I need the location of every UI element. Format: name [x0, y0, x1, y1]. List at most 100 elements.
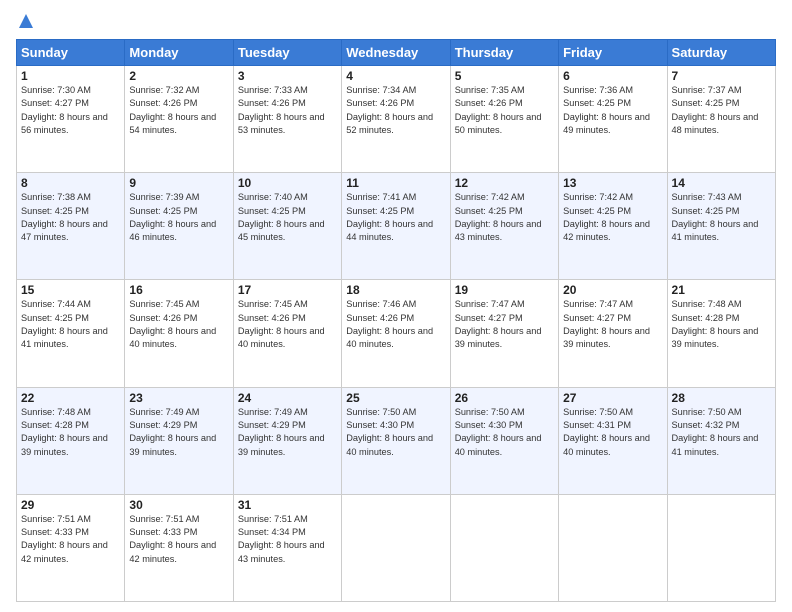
calendar-cell: 8Sunrise: 7:38 AMSunset: 4:25 PMDaylight… [17, 173, 125, 280]
day-number: 27 [563, 391, 662, 405]
day-number: 26 [455, 391, 554, 405]
calendar-cell: 12Sunrise: 7:42 AMSunset: 4:25 PMDayligh… [450, 173, 558, 280]
day-info: Sunrise: 7:51 AMSunset: 4:33 PMDaylight:… [21, 513, 120, 566]
calendar-cell: 1Sunrise: 7:30 AMSunset: 4:27 PMDaylight… [17, 66, 125, 173]
day-info: Sunrise: 7:48 AMSunset: 4:28 PMDaylight:… [21, 406, 120, 459]
calendar-cell: 17Sunrise: 7:45 AMSunset: 4:26 PMDayligh… [233, 280, 341, 387]
logo [16, 12, 33, 33]
calendar-cell: 11Sunrise: 7:41 AMSunset: 4:25 PMDayligh… [342, 173, 450, 280]
day-number: 23 [129, 391, 228, 405]
day-info: Sunrise: 7:34 AMSunset: 4:26 PMDaylight:… [346, 84, 445, 137]
day-number: 14 [672, 176, 771, 190]
day-number: 11 [346, 176, 445, 190]
calendar-cell: 14Sunrise: 7:43 AMSunset: 4:25 PMDayligh… [667, 173, 775, 280]
day-info: Sunrise: 7:30 AMSunset: 4:27 PMDaylight:… [21, 84, 120, 137]
day-info: Sunrise: 7:38 AMSunset: 4:25 PMDaylight:… [21, 191, 120, 244]
calendar-header-tuesday: Tuesday [233, 40, 341, 66]
calendar-cell: 5Sunrise: 7:35 AMSunset: 4:26 PMDaylight… [450, 66, 558, 173]
day-number: 18 [346, 283, 445, 297]
day-info: Sunrise: 7:46 AMSunset: 4:26 PMDaylight:… [346, 298, 445, 351]
calendar-cell: 20Sunrise: 7:47 AMSunset: 4:27 PMDayligh… [559, 280, 667, 387]
calendar-row-week-1: 1Sunrise: 7:30 AMSunset: 4:27 PMDaylight… [17, 66, 776, 173]
calendar-cell: 25Sunrise: 7:50 AMSunset: 4:30 PMDayligh… [342, 387, 450, 494]
calendar-cell: 27Sunrise: 7:50 AMSunset: 4:31 PMDayligh… [559, 387, 667, 494]
calendar-cell: 13Sunrise: 7:42 AMSunset: 4:25 PMDayligh… [559, 173, 667, 280]
calendar-header-thursday: Thursday [450, 40, 558, 66]
header [16, 12, 776, 33]
page: SundayMondayTuesdayWednesdayThursdayFrid… [0, 0, 792, 612]
day-number: 5 [455, 69, 554, 83]
day-number: 12 [455, 176, 554, 190]
calendar-cell: 9Sunrise: 7:39 AMSunset: 4:25 PMDaylight… [125, 173, 233, 280]
day-info: Sunrise: 7:42 AMSunset: 4:25 PMDaylight:… [563, 191, 662, 244]
day-info: Sunrise: 7:43 AMSunset: 4:25 PMDaylight:… [672, 191, 771, 244]
calendar-cell [667, 494, 775, 601]
day-info: Sunrise: 7:48 AMSunset: 4:28 PMDaylight:… [672, 298, 771, 351]
day-info: Sunrise: 7:50 AMSunset: 4:30 PMDaylight:… [346, 406, 445, 459]
calendar-header-wednesday: Wednesday [342, 40, 450, 66]
day-info: Sunrise: 7:35 AMSunset: 4:26 PMDaylight:… [455, 84, 554, 137]
day-number: 13 [563, 176, 662, 190]
day-info: Sunrise: 7:37 AMSunset: 4:25 PMDaylight:… [672, 84, 771, 137]
calendar-cell: 7Sunrise: 7:37 AMSunset: 4:25 PMDaylight… [667, 66, 775, 173]
calendar-cell: 15Sunrise: 7:44 AMSunset: 4:25 PMDayligh… [17, 280, 125, 387]
calendar-cell: 3Sunrise: 7:33 AMSunset: 4:26 PMDaylight… [233, 66, 341, 173]
day-number: 15 [21, 283, 120, 297]
calendar-cell: 19Sunrise: 7:47 AMSunset: 4:27 PMDayligh… [450, 280, 558, 387]
day-number: 30 [129, 498, 228, 512]
day-number: 8 [21, 176, 120, 190]
day-info: Sunrise: 7:42 AMSunset: 4:25 PMDaylight:… [455, 191, 554, 244]
day-info: Sunrise: 7:50 AMSunset: 4:31 PMDaylight:… [563, 406, 662, 459]
calendar-row-week-5: 29Sunrise: 7:51 AMSunset: 4:33 PMDayligh… [17, 494, 776, 601]
calendar-cell: 28Sunrise: 7:50 AMSunset: 4:32 PMDayligh… [667, 387, 775, 494]
day-number: 4 [346, 69, 445, 83]
day-info: Sunrise: 7:45 AMSunset: 4:26 PMDaylight:… [129, 298, 228, 351]
day-number: 24 [238, 391, 337, 405]
day-number: 25 [346, 391, 445, 405]
day-info: Sunrise: 7:47 AMSunset: 4:27 PMDaylight:… [563, 298, 662, 351]
day-info: Sunrise: 7:51 AMSunset: 4:34 PMDaylight:… [238, 513, 337, 566]
day-number: 17 [238, 283, 337, 297]
day-info: Sunrise: 7:41 AMSunset: 4:25 PMDaylight:… [346, 191, 445, 244]
day-number: 2 [129, 69, 228, 83]
day-number: 29 [21, 498, 120, 512]
day-number: 31 [238, 498, 337, 512]
calendar-row-week-3: 15Sunrise: 7:44 AMSunset: 4:25 PMDayligh… [17, 280, 776, 387]
day-number: 21 [672, 283, 771, 297]
day-number: 1 [21, 69, 120, 83]
logo-triangle-icon [19, 14, 33, 28]
calendar-cell: 23Sunrise: 7:49 AMSunset: 4:29 PMDayligh… [125, 387, 233, 494]
day-info: Sunrise: 7:36 AMSunset: 4:25 PMDaylight:… [563, 84, 662, 137]
day-info: Sunrise: 7:40 AMSunset: 4:25 PMDaylight:… [238, 191, 337, 244]
day-info: Sunrise: 7:50 AMSunset: 4:30 PMDaylight:… [455, 406, 554, 459]
day-info: Sunrise: 7:49 AMSunset: 4:29 PMDaylight:… [129, 406, 228, 459]
calendar-cell: 21Sunrise: 7:48 AMSunset: 4:28 PMDayligh… [667, 280, 775, 387]
calendar-cell: 24Sunrise: 7:49 AMSunset: 4:29 PMDayligh… [233, 387, 341, 494]
calendar-cell: 18Sunrise: 7:46 AMSunset: 4:26 PMDayligh… [342, 280, 450, 387]
calendar-table: SundayMondayTuesdayWednesdayThursdayFrid… [16, 39, 776, 602]
calendar-cell: 6Sunrise: 7:36 AMSunset: 4:25 PMDaylight… [559, 66, 667, 173]
calendar-row-week-4: 22Sunrise: 7:48 AMSunset: 4:28 PMDayligh… [17, 387, 776, 494]
calendar-header-saturday: Saturday [667, 40, 775, 66]
day-number: 6 [563, 69, 662, 83]
day-info: Sunrise: 7:47 AMSunset: 4:27 PMDaylight:… [455, 298, 554, 351]
calendar-cell: 2Sunrise: 7:32 AMSunset: 4:26 PMDaylight… [125, 66, 233, 173]
calendar-row-week-2: 8Sunrise: 7:38 AMSunset: 4:25 PMDaylight… [17, 173, 776, 280]
day-number: 10 [238, 176, 337, 190]
calendar-header-monday: Monday [125, 40, 233, 66]
day-info: Sunrise: 7:51 AMSunset: 4:33 PMDaylight:… [129, 513, 228, 566]
calendar-cell: 10Sunrise: 7:40 AMSunset: 4:25 PMDayligh… [233, 173, 341, 280]
day-number: 19 [455, 283, 554, 297]
calendar-cell: 26Sunrise: 7:50 AMSunset: 4:30 PMDayligh… [450, 387, 558, 494]
day-info: Sunrise: 7:33 AMSunset: 4:26 PMDaylight:… [238, 84, 337, 137]
day-info: Sunrise: 7:45 AMSunset: 4:26 PMDaylight:… [238, 298, 337, 351]
calendar-cell: 4Sunrise: 7:34 AMSunset: 4:26 PMDaylight… [342, 66, 450, 173]
calendar-header-sunday: Sunday [17, 40, 125, 66]
calendar-header-row: SundayMondayTuesdayWednesdayThursdayFrid… [17, 40, 776, 66]
calendar-cell [450, 494, 558, 601]
day-info: Sunrise: 7:49 AMSunset: 4:29 PMDaylight:… [238, 406, 337, 459]
day-info: Sunrise: 7:50 AMSunset: 4:32 PMDaylight:… [672, 406, 771, 459]
day-number: 3 [238, 69, 337, 83]
day-info: Sunrise: 7:44 AMSunset: 4:25 PMDaylight:… [21, 298, 120, 351]
day-number: 28 [672, 391, 771, 405]
